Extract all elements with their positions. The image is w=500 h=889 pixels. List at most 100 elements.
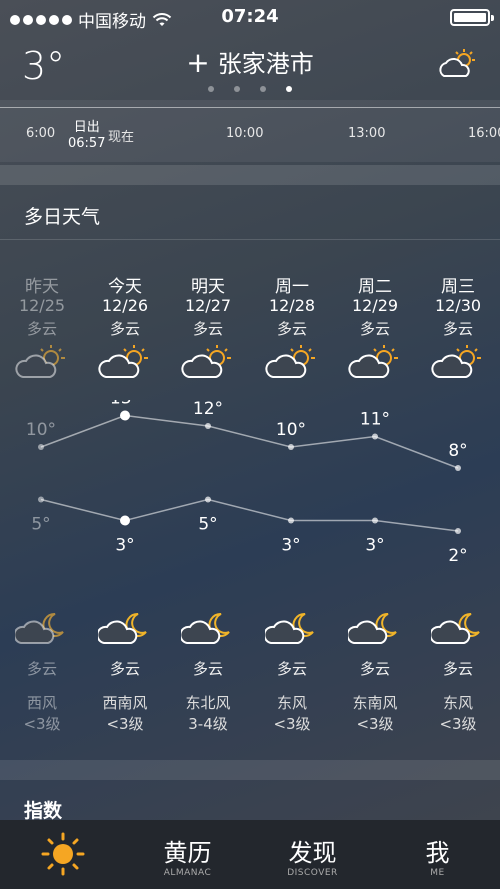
section-divider [0, 760, 500, 780]
high-temp-point [38, 444, 44, 450]
wind-direction: 东风 [276, 694, 307, 712]
wind-info: 东南风 <3级 [333, 693, 417, 735]
temperature-chart: 10° 13° 12° 10° 11° 8° 5° 3° 5° 3° 3° 2° [0, 400, 500, 600]
day-date: 12/25 [18, 296, 66, 315]
cloudy-night-icon [179, 612, 230, 644]
timeline-label: 16:00 [468, 126, 500, 141]
page-indicator[interactable] [0, 86, 500, 92]
high-temp-label: 10° [276, 420, 306, 440]
wind-direction: 西风 [26, 694, 57, 712]
timeline-axis [0, 100, 500, 108]
add-city-icon[interactable]: + [186, 46, 209, 79]
cloudy-night-icon [96, 612, 147, 644]
day-condition: 多云 [192, 320, 223, 338]
timeline-label: 13:00 [348, 126, 386, 141]
night-column[interactable]: 多云 东风 <3级 [416, 610, 500, 735]
high-temp-line [40, 414, 459, 469]
tab-discover[interactable]: 发现 DISCOVER [250, 820, 375, 889]
wind-direction: 西南风 [102, 694, 148, 712]
day-column[interactable]: 昨天 12/25 多云 [0, 272, 84, 384]
low-temp-label: 3° [281, 536, 300, 556]
day-date: 12/29 [351, 296, 399, 315]
weather-header: 3° + 张家港市 [0, 34, 500, 100]
high-temp-point [455, 465, 461, 471]
wind-info: 西南风 <3级 [83, 693, 167, 735]
night-column[interactable]: 多云 西风 <3级 [0, 610, 84, 735]
sunrise-time: 06:57 [68, 136, 106, 151]
wind-info: 东风 <3级 [416, 693, 500, 735]
wind-direction: 东北风 [185, 694, 231, 712]
day-condition: 多云 [359, 320, 390, 338]
low-temp-point [288, 517, 294, 524]
low-temp-line [40, 498, 459, 532]
tab-sublabel: DISCOVER [287, 868, 338, 878]
night-condition: 多云 [276, 660, 307, 678]
tab-label: 黄历 [163, 839, 212, 867]
low-temp-label: 2° [448, 546, 467, 566]
day-column[interactable]: 明天 12/27 多云 [166, 272, 250, 384]
day-name: 昨天 [25, 277, 59, 297]
low-temp-point [455, 528, 461, 534]
partly-cloudy-icon [15, 345, 65, 378]
night-condition: 多云 [26, 660, 57, 678]
low-temp-point [120, 515, 130, 526]
wind-level: <3级 [273, 715, 311, 733]
day-condition: 多云 [276, 320, 307, 338]
wind-info: 东北风 3-4级 [166, 693, 250, 735]
high-temp-label: 10° [26, 420, 56, 440]
city-name: 张家港市 [217, 50, 314, 78]
low-temp-point [38, 496, 44, 503]
day-column[interactable]: 周二 12/29 多云 [333, 272, 417, 384]
day-column[interactable]: 周三 12/30 多云 [416, 272, 500, 384]
tab-sublabel: ME [430, 868, 445, 878]
high-temp-label: 12° [193, 400, 223, 419]
low-temp-label: 3° [365, 536, 384, 556]
wind-direction: 东风 [442, 694, 473, 712]
partly-cloudy-icon [348, 345, 398, 378]
day-date: 12/30 [434, 296, 482, 315]
night-condition: 多云 [192, 660, 223, 678]
wind-level: <3级 [23, 715, 61, 733]
partly-cloudy-icon [439, 49, 475, 77]
hourly-timeline[interactable]: 6:00 日出 06:57 现在 10:00 13:00 16:00 [0, 100, 500, 162]
sunrise-marker: 日出 06:57 [68, 120, 105, 152]
wind-level: 3-4级 [188, 715, 228, 733]
high-temp-point [120, 410, 130, 421]
battery-icon [450, 9, 494, 26]
high-temp-label: 13° [110, 400, 140, 409]
night-condition: 多云 [109, 660, 140, 678]
tab-weather[interactable] [0, 820, 125, 889]
day-condition: 多云 [26, 320, 57, 338]
night-column[interactable]: 多云 东风 <3级 [250, 610, 334, 735]
tab-almanac[interactable]: 黄历 ALMANAC [125, 820, 250, 889]
night-condition: 多云 [442, 660, 473, 678]
wind-info: 东风 <3级 [250, 693, 334, 735]
tab-me[interactable]: 我 ME [375, 820, 500, 889]
high-temp-point [288, 444, 294, 450]
day-condition: 多云 [442, 320, 473, 338]
night-column[interactable]: 多云 西南风 <3级 [83, 610, 167, 735]
night-column[interactable]: 多云 东南风 <3级 [333, 610, 417, 735]
tab-sublabel: ALMANAC [163, 868, 212, 878]
wind-direction: 东南风 [352, 694, 398, 712]
cloudy-night-icon [263, 612, 314, 644]
night-column[interactable]: 多云 东北风 3-4级 [166, 610, 250, 735]
sunrise-label: 日出 [73, 120, 100, 135]
low-temp-label: 5° [198, 515, 217, 535]
day-name: 周一 [275, 277, 309, 297]
high-temp-label: 8° [448, 441, 467, 461]
day-name: 今天 [108, 277, 142, 297]
day-date: 12/26 [101, 296, 149, 315]
now-label: 现在 [108, 130, 135, 145]
day-date: 12/28 [268, 296, 316, 315]
index-section-title: 指数 [24, 800, 63, 822]
section-title: 多日天气 [0, 188, 500, 240]
status-bar: 中国移动 07:24 [0, 0, 500, 34]
cloudy-night-icon [13, 612, 64, 644]
day-column[interactable]: 周一 12/28 多云 [250, 272, 334, 384]
low-temp-point [372, 517, 378, 524]
partly-cloudy-icon [265, 345, 315, 378]
day-column[interactable]: 今天 12/26 多云 [83, 272, 167, 384]
city-selector[interactable]: + 张家港市 [0, 44, 500, 79]
tab-label: 发现 [288, 839, 337, 867]
